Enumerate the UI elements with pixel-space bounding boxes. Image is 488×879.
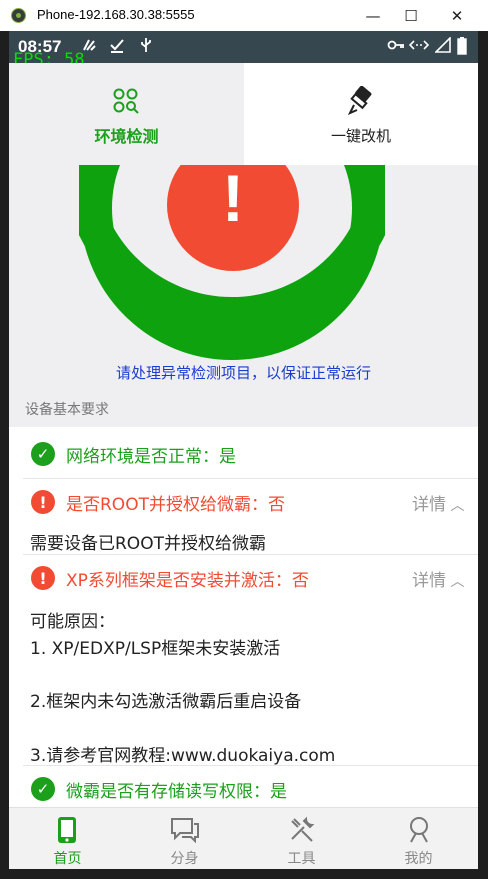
detail-label: 详情 (412, 571, 446, 591)
person-icon (410, 817, 428, 843)
vpn-key-icon (387, 37, 405, 57)
desktop-background-right (478, 31, 488, 879)
detail-label: 详情 (412, 495, 446, 515)
check-detail-text: 3.请参考官网教程:www.duokaiya.com (30, 746, 336, 766)
check-item-root[interactable]: ! 是否ROOT并授权给微霸：否 详情 ︿ (9, 481, 478, 521)
nav-mine[interactable]: 我的 (360, 808, 477, 869)
close-button[interactable]: ✕ (434, 0, 480, 31)
check-error-icon: ! (31, 566, 55, 590)
check-notification-icon (109, 37, 125, 57)
tab-label-modify: 一键改机 (330, 127, 391, 145)
check-text: 微霸是否有存储读写权限：是 (66, 782, 287, 802)
detail-toggle[interactable]: 详情 ︿ (412, 490, 464, 515)
phone-icon (58, 817, 76, 843)
check-text: 网络环境是否正常：是 (66, 447, 236, 467)
check-item-network: ✓ 网络环境是否正常：是 (9, 433, 478, 475)
detail-toggle[interactable]: 详情 ︿ (412, 566, 464, 591)
check-item-storage: ✓ 微霸是否有存储读写权限：是 (9, 768, 478, 806)
divider (23, 478, 478, 479)
check-ok-icon: ✓ (31, 777, 55, 801)
nav-clone[interactable]: 分身 (126, 808, 243, 869)
brush-icon (348, 86, 372, 115)
desktop-background-left (0, 31, 9, 879)
section-title: 设备基本要求 (25, 402, 109, 418)
window-title: Phone-192.168.30.38:5555 (37, 7, 195, 22)
maximize-button[interactable]: ☐ (388, 0, 434, 31)
check-detail-text: 需要设备已ROOT并授权给微霸 (30, 534, 266, 554)
check-text: 是否ROOT并授权给微霸：否 (66, 495, 285, 515)
usb-icon (139, 37, 153, 57)
nav-label-tools: 工具 (287, 851, 316, 867)
gauge-message: 请处理异常检测项目，以保证正常运行 (115, 364, 371, 382)
bottom-navigation: 首页 分身 工具 我的 (9, 807, 478, 869)
scan-icon (113, 88, 139, 114)
nav-tools[interactable]: 工具 (243, 808, 360, 869)
nav-label-mine: 我的 (404, 851, 433, 867)
tab-environment-check[interactable]: 环境检测 (9, 63, 244, 165)
check-ok-icon: ✓ (31, 442, 55, 466)
nav-label-clone: 分身 (170, 851, 199, 867)
chat-icon (171, 818, 199, 843)
check-detail-text: 2.框架内未勾选激活微霸后重启设备 (30, 692, 302, 712)
window-titlebar: Phone-192.168.30.38:5555 — ☐ ✕ (0, 0, 488, 32)
nav-label-home: 首页 (53, 851, 82, 867)
nav-home[interactable]: 首页 (9, 808, 126, 869)
check-detail-text: 1. XP/EDXP/LSP框架未安装激活 (30, 639, 281, 659)
alert-icon: ! (222, 161, 244, 235)
chevron-up-icon: ︿ (446, 498, 465, 514)
tab-one-click-modify[interactable]: 一键改机 (244, 63, 478, 165)
tab-label-environment: 环境检测 (94, 127, 159, 146)
phone-screen: 08:57 FPS: 58 ! 环境检测 一键改机 请处理异常检测项目，以保证正… (9, 31, 478, 869)
tools-icon (291, 816, 315, 842)
cell-signal-icon (434, 36, 451, 57)
check-text: XP系列框架是否安装并激活：否 (66, 571, 309, 591)
data-transfer-icon (408, 37, 430, 57)
check-item-xposed[interactable]: ! XP系列框架是否安装并激活：否 详情 ︿ (9, 557, 478, 597)
divider (23, 765, 478, 766)
battery-icon (457, 37, 467, 59)
check-detail-text: 可能原因： (30, 612, 115, 632)
chevron-up-icon: ︿ (446, 574, 465, 590)
divider (23, 554, 478, 555)
check-error-icon: ! (31, 490, 55, 514)
app-icon (11, 8, 26, 23)
